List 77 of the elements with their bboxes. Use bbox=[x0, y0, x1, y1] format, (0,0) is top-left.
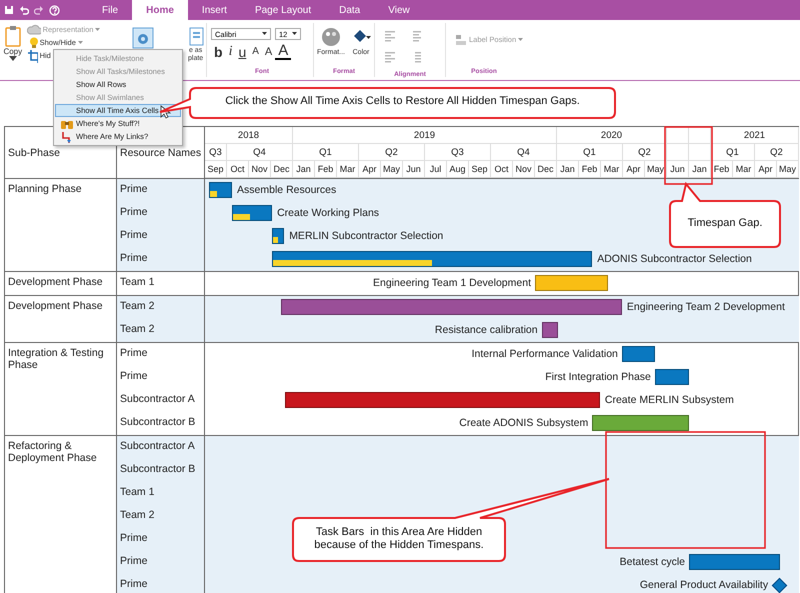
year-cell: 2018 bbox=[205, 127, 293, 144]
task-label: General Product Availability bbox=[640, 578, 768, 593]
month-cell: May bbox=[645, 161, 667, 178]
month-cell: Mar bbox=[601, 161, 623, 178]
quarter-cell: Q2 bbox=[359, 144, 425, 161]
month-cell: Feb bbox=[315, 161, 337, 178]
quarter-cell: Q1 bbox=[293, 144, 359, 161]
month-cell: Apr bbox=[359, 161, 381, 178]
month-cell: Feb bbox=[579, 161, 601, 178]
month-cell: Jun bbox=[403, 161, 425, 178]
month-cell: Jun bbox=[667, 161, 689, 178]
task-label: Assemble Resources bbox=[237, 183, 336, 198]
task-label: Engineering Team 2 Development bbox=[626, 300, 785, 315]
task-label: ADONIS Subcontractor Selection bbox=[597, 252, 752, 267]
month-cell: Jul bbox=[425, 161, 447, 178]
month-cell: Aug bbox=[447, 161, 469, 178]
quarter-cell: Q3 bbox=[425, 144, 491, 161]
task-label: Engineering Team 1 Development bbox=[373, 276, 531, 291]
resource-cell-text: Subcontractor B bbox=[119, 415, 196, 430]
resource-cell-text: Prime bbox=[119, 554, 148, 569]
resource-cell-text: Team 2 bbox=[119, 299, 156, 314]
callout-text: Timespan Gap. bbox=[686, 217, 764, 230]
task-label: MERLIN Subcontractor Selection bbox=[289, 229, 444, 244]
month-cell: Apr bbox=[623, 161, 645, 178]
month-cell: Nov bbox=[249, 161, 271, 178]
resource-cell-text: Subcontractor B bbox=[119, 462, 196, 477]
callout-text: Task Bars in this Area Are Hidden because of the Hidden Timespans. bbox=[313, 526, 485, 552]
resource-cell-text: Subcontractor A bbox=[119, 392, 196, 407]
resource-cell-text: Team 2 bbox=[119, 508, 156, 523]
quarter-cell: Q2 bbox=[755, 144, 799, 161]
quarter-cell: Q4 bbox=[491, 144, 557, 161]
callout-text: Click the Show All Time Axis Cells to Restore All Hidden Timespan Gaps. bbox=[224, 95, 581, 108]
month-cell: Mar bbox=[733, 161, 755, 178]
resource-cell-text: Prime bbox=[119, 251, 148, 266]
task-label: Betatest cycle bbox=[620, 555, 685, 570]
month-cell: Jan bbox=[689, 161, 711, 178]
resource-cell-text: Team 1 bbox=[119, 485, 156, 500]
resource-cell-text: Prime bbox=[119, 577, 148, 592]
task-label: First Integration Phase bbox=[545, 370, 651, 385]
month-cell: Oct bbox=[227, 161, 249, 178]
month-cell: Mar bbox=[337, 161, 359, 178]
month-cell: Jan bbox=[293, 161, 315, 178]
month-cell: Oct bbox=[491, 161, 513, 178]
quarter-cell: Q3 bbox=[205, 144, 227, 161]
task-label: Create MERLIN Subsystem bbox=[604, 393, 734, 408]
resource-cell-text: Team 2 bbox=[119, 322, 156, 337]
task-label: Create Working Plans bbox=[277, 206, 380, 221]
month-cell: Sep bbox=[205, 161, 227, 178]
resource-cell-text: Prime bbox=[119, 182, 148, 197]
month-cell: May bbox=[381, 161, 403, 178]
month-cell: May bbox=[777, 161, 799, 178]
quarter-cell: Q1 bbox=[557, 144, 623, 161]
month-cell: Feb bbox=[711, 161, 733, 178]
resource-cell-text: Prime bbox=[119, 228, 148, 243]
sub-phase-cell: Integration & Testing Phase bbox=[5, 343, 117, 435]
resource-cell-text: Prime bbox=[119, 531, 148, 546]
resource-cell-text: Prime bbox=[119, 205, 148, 220]
month-cell: Jan bbox=[557, 161, 579, 178]
month-cell: Apr bbox=[755, 161, 777, 178]
month-cell: Dec bbox=[271, 161, 293, 178]
resource-cell-text: Prime bbox=[119, 346, 148, 361]
month-cell: Dec bbox=[535, 161, 557, 178]
resource-cell-text: Team 1 bbox=[119, 275, 156, 290]
year-cell: 2021 bbox=[711, 127, 799, 144]
month-cell: Sep bbox=[469, 161, 491, 178]
quarter-cell: Q1 bbox=[711, 144, 755, 161]
task-label: Resistance calibration bbox=[434, 323, 538, 338]
month-cell: Nov bbox=[513, 161, 535, 178]
sub-phase-cell: Development Phase bbox=[5, 272, 117, 295]
resource-cell-text: Prime bbox=[119, 369, 148, 384]
resource-cell-text: Subcontractor A bbox=[119, 439, 196, 454]
task-label: Create ADONIS Subsystem bbox=[459, 416, 588, 431]
task-label: Internal Performance Validation bbox=[472, 347, 618, 362]
year-cell: 2019 bbox=[293, 127, 557, 144]
year-cell: 2020 bbox=[557, 127, 667, 144]
quarter-cell: Q2 bbox=[623, 144, 667, 161]
quarter-cell: Q4 bbox=[227, 144, 293, 161]
